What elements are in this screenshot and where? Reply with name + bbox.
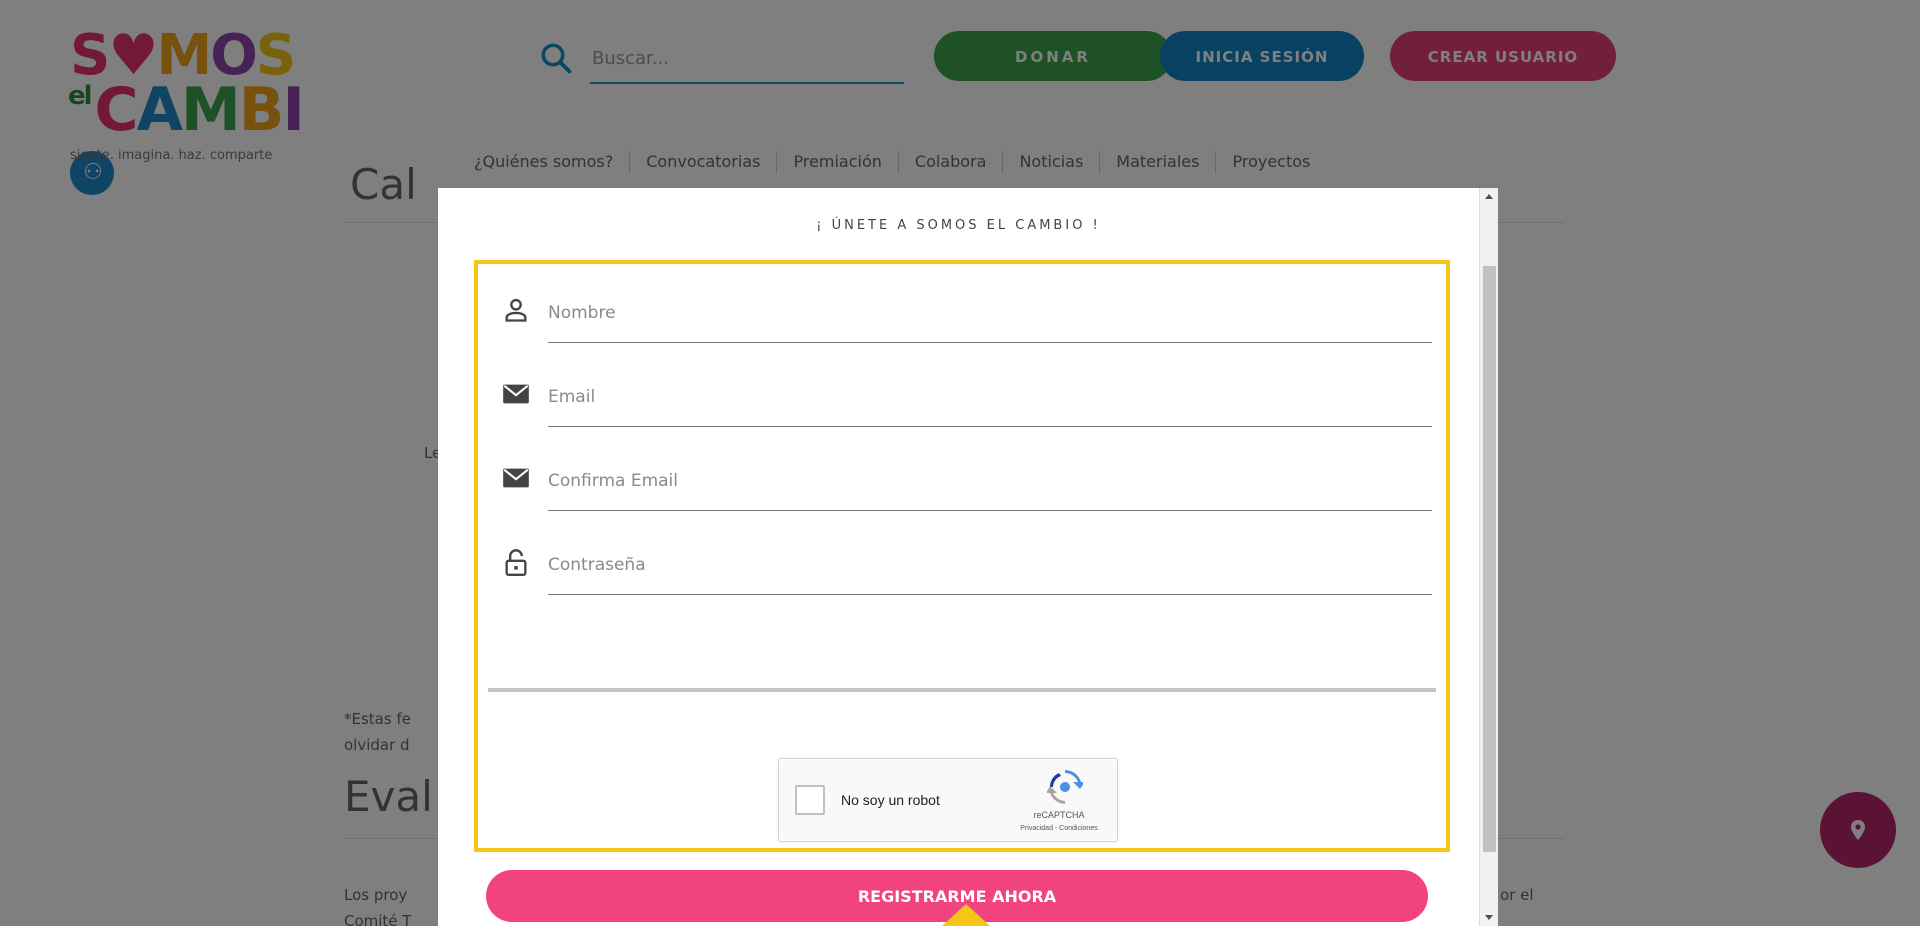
- signup-modal: ¡ ÚNETE A SOMOS EL CAMBIO ! Nombre Email…: [438, 188, 1479, 926]
- email-field: [494, 368, 1438, 428]
- password-field: [494, 536, 1438, 596]
- name-input[interactable]: [548, 284, 1432, 343]
- pointer-arrow-icon: [942, 904, 990, 926]
- password-input[interactable]: [548, 536, 1432, 595]
- highlighted-form-area: No soy un robot reCAPTCHA Privacidad - C…: [474, 260, 1450, 852]
- recaptcha-brand: reCAPTCHA: [1033, 810, 1085, 820]
- envelope-icon: [503, 468, 529, 488]
- recaptcha-terms-link[interactable]: Privacidad - Condiciones: [1001, 824, 1117, 834]
- person-icon: [505, 298, 527, 322]
- envelope-icon: [503, 384, 529, 404]
- recaptcha-logo-icon: [1047, 770, 1083, 804]
- name-field: [494, 284, 1438, 344]
- recaptcha-widget: No soy un robot reCAPTCHA Privacidad - C…: [778, 758, 1118, 842]
- scroll-down-icon[interactable]: [1480, 908, 1498, 926]
- recaptcha-checkbox[interactable]: [795, 785, 825, 815]
- recaptcha-label: No soy un robot: [841, 792, 940, 808]
- scroll-up-icon[interactable]: [1480, 188, 1498, 206]
- modal-title: ¡ ÚNETE A SOMOS EL CAMBIO !: [816, 218, 1101, 233]
- confirm-email-field: [494, 452, 1438, 512]
- lock-icon: [505, 549, 527, 576]
- modal-scrollbar[interactable]: [1479, 188, 1498, 926]
- scrollbar-thumb[interactable]: [1483, 266, 1496, 852]
- form-divider: [488, 688, 1436, 692]
- email-input[interactable]: [548, 368, 1432, 427]
- confirm-email-input[interactable]: [548, 452, 1432, 511]
